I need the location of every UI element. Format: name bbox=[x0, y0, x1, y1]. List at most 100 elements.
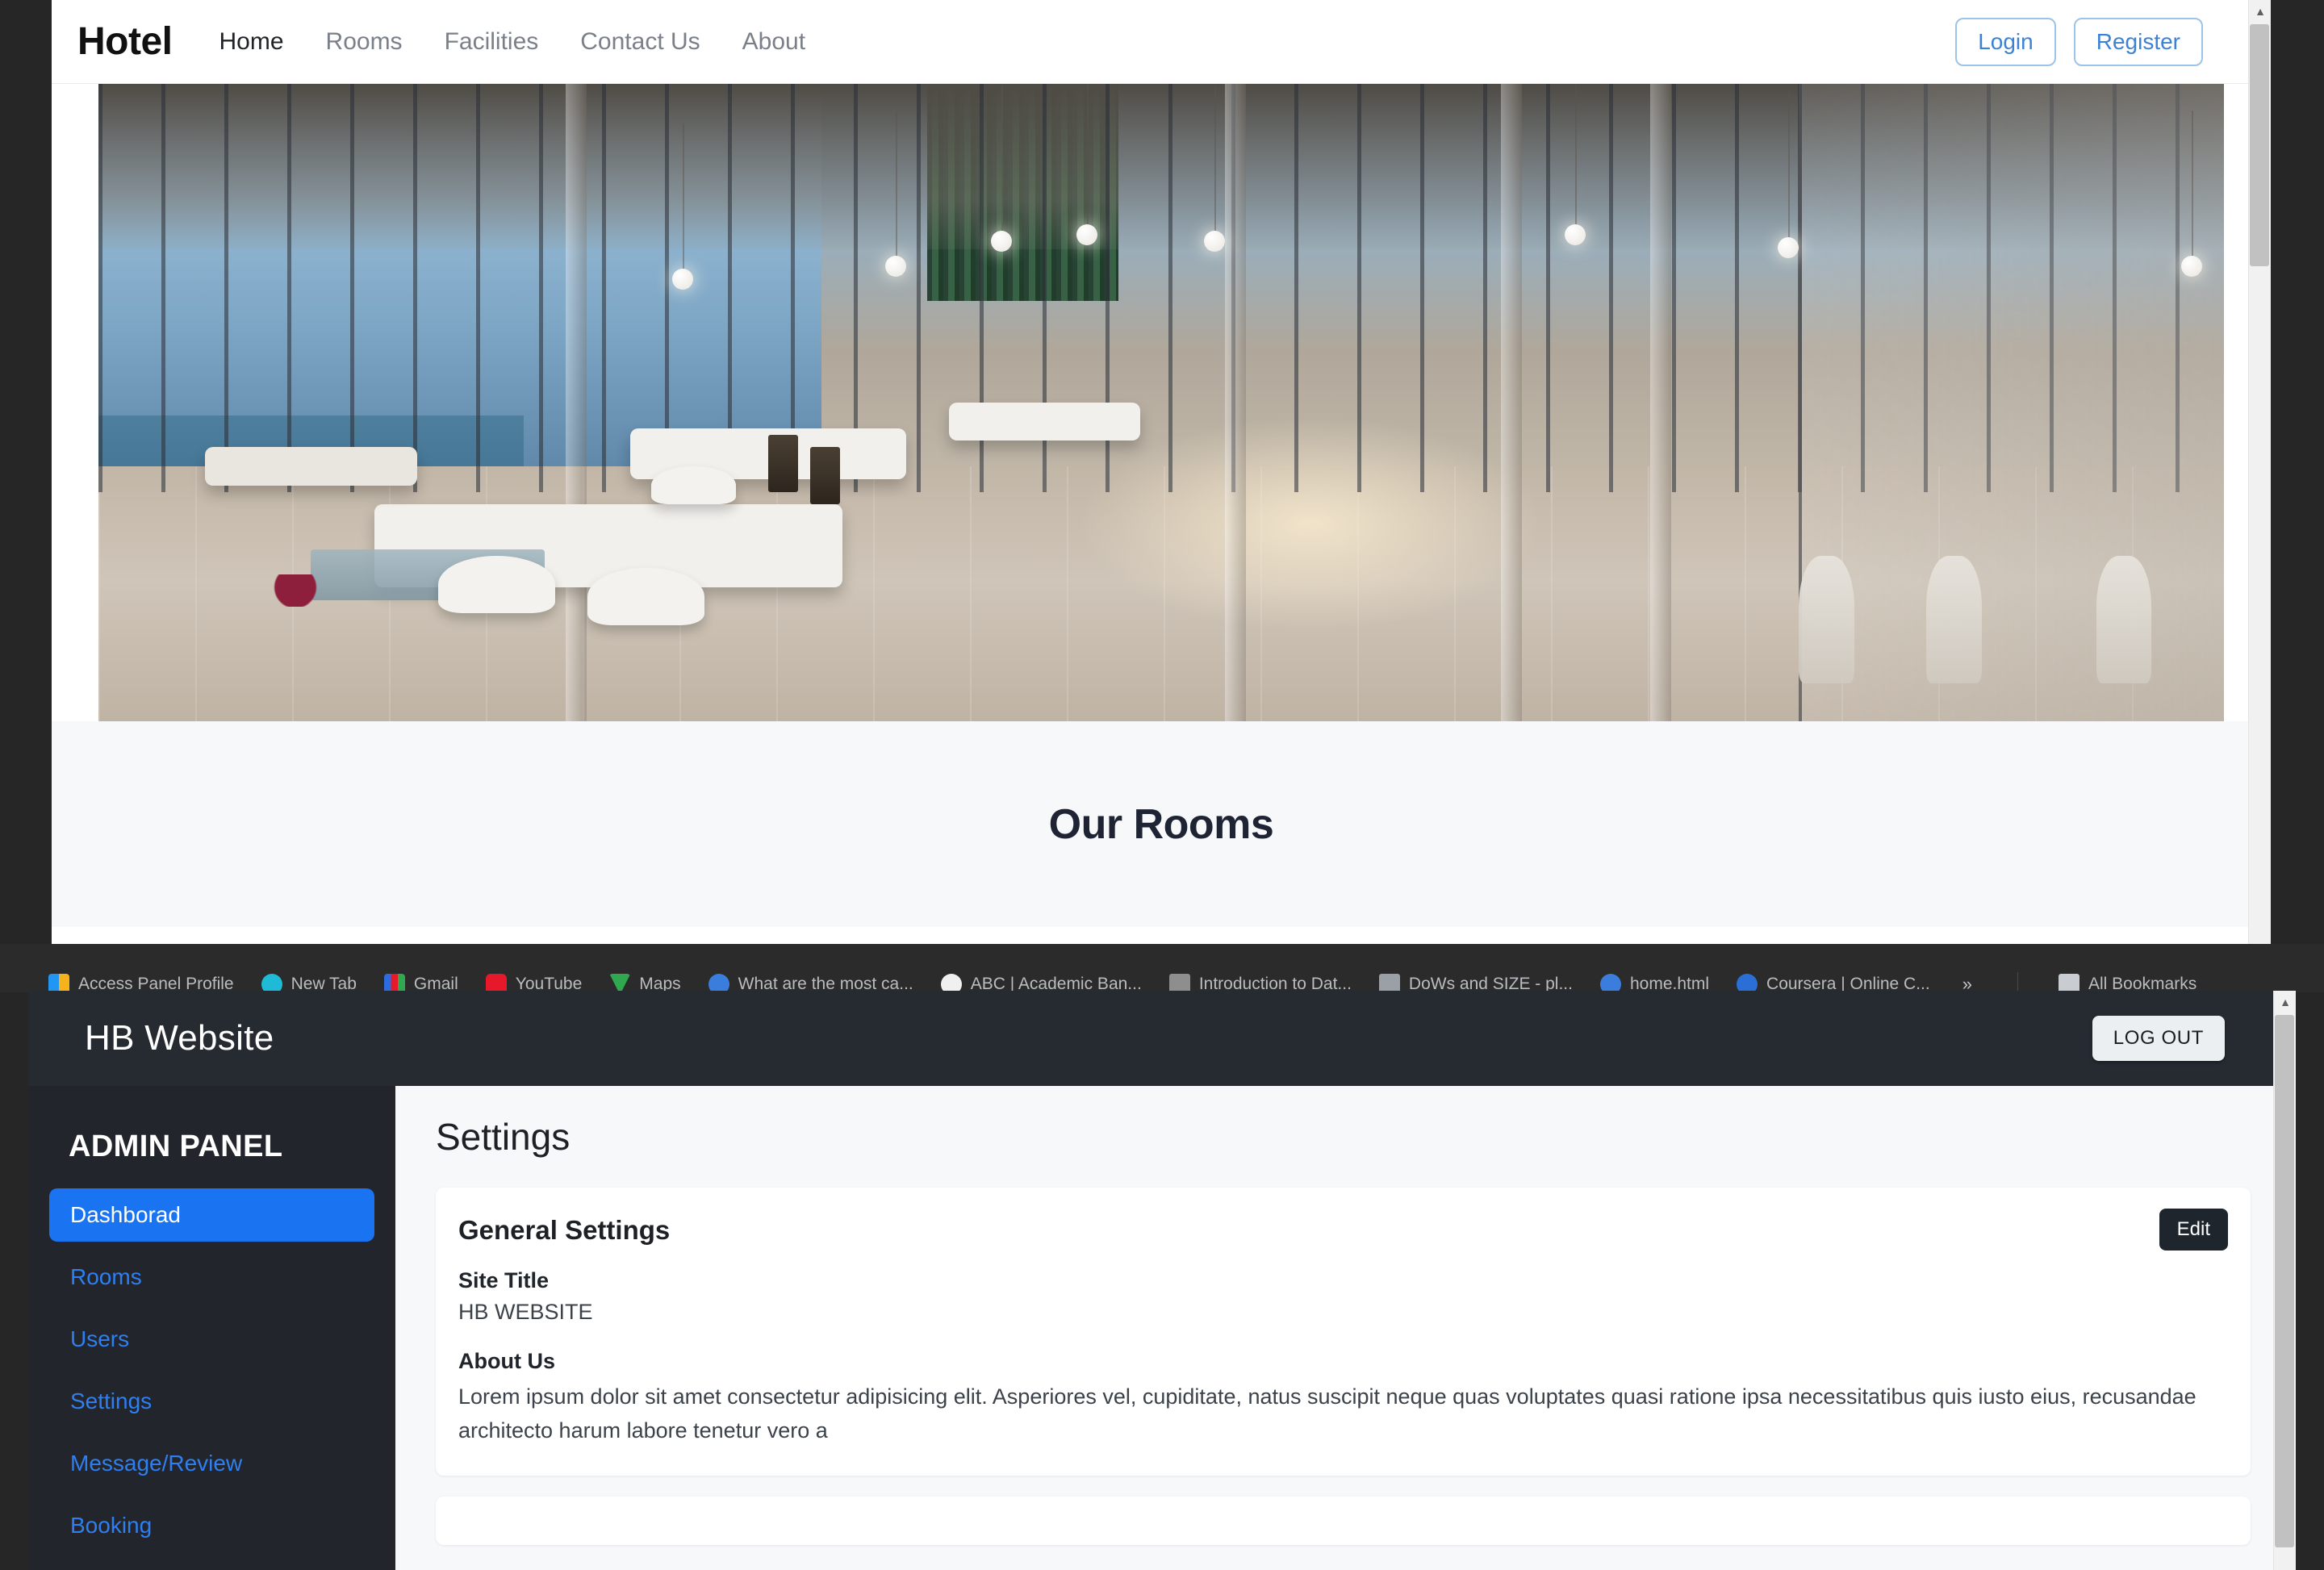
scroll-up-arrow-icon[interactable]: ▲ bbox=[2274, 991, 2296, 1013]
hero-pendant-light bbox=[1777, 91, 1799, 258]
site-navbar: Hotel Home Rooms Facilities Contact Us A… bbox=[52, 0, 2271, 84]
hero-pendant-light bbox=[1203, 85, 1225, 252]
bookmark-item[interactable]: Maps bbox=[609, 974, 681, 992]
general-settings-card: Edit General Settings Site Title HB WEBS… bbox=[436, 1188, 2251, 1476]
logout-button[interactable]: LOG OUT bbox=[2092, 1016, 2225, 1061]
all-bookmarks-label: All Bookmarks bbox=[2088, 975, 2197, 992]
bookmark-item[interactable]: ABC | Academic Ban... bbox=[940, 974, 1142, 992]
site-nav-links: Home Rooms Facilities Contact Us About bbox=[219, 28, 806, 56]
admin-body: ADMIN PANEL Dashborad Rooms Users Settin… bbox=[28, 1086, 2296, 1570]
our-rooms-heading: Our Rooms bbox=[1048, 800, 1274, 848]
nav-link-contact-us[interactable]: Contact Us bbox=[580, 28, 700, 56]
sidebar-item-message-review[interactable]: Message/Review bbox=[49, 1437, 374, 1490]
bookmark-label: Coursera | Online C... bbox=[1766, 975, 1930, 992]
admin-content: Settings Edit General Settings Site Titl… bbox=[395, 1086, 2296, 1570]
bookmark-favicon-icon bbox=[1737, 974, 1758, 992]
page-title: Settings bbox=[436, 1116, 571, 1158]
bookmark-favicon-icon bbox=[261, 974, 282, 992]
hero-mannequin bbox=[1926, 555, 1982, 683]
sidebar-item-users[interactable]: Users bbox=[49, 1313, 374, 1366]
admin-panel-scrollbar[interactable]: ▲ bbox=[2273, 991, 2296, 1570]
scrollbar-thumb[interactable] bbox=[2275, 1015, 2294, 1547]
hero-pendant-light bbox=[884, 111, 906, 278]
hero-chair bbox=[587, 568, 704, 626]
site-brand: Hotel bbox=[77, 20, 173, 63]
our-rooms-section: Our Rooms bbox=[52, 721, 2271, 927]
bookmark-item[interactable]: Access Panel Profile bbox=[48, 974, 234, 992]
admin-sidebar: ADMIN PANEL Dashborad Rooms Users Settin… bbox=[28, 1086, 395, 1570]
bookmark-favicon-icon bbox=[383, 974, 405, 992]
screen-root: Hotel Home Rooms Facilities Contact Us A… bbox=[0, 0, 2324, 1570]
login-button[interactable]: Login bbox=[1955, 17, 2056, 66]
site-title-value: HB WEBSITE bbox=[458, 1300, 593, 1324]
bookmark-item[interactable]: DoWs and SIZE - pl... bbox=[1378, 974, 1573, 992]
bookmark-label: Access Panel Profile bbox=[78, 975, 234, 992]
bookmarks-bar: Access Panel Profile New Tab Gmail YouTu… bbox=[0, 944, 2324, 992]
bookmark-favicon-icon bbox=[609, 974, 631, 992]
bookmark-item[interactable]: What are the most ca... bbox=[708, 974, 913, 992]
bookmark-label: What are the most ca... bbox=[738, 975, 913, 992]
next-settings-card bbox=[436, 1496, 2251, 1545]
hero-column bbox=[566, 84, 587, 721]
hero-sofa bbox=[204, 447, 418, 486]
bookmark-item[interactable]: Coursera | Online C... bbox=[1737, 974, 1930, 992]
bookmark-favicon-icon bbox=[940, 974, 962, 992]
site-nav-actions: Login Register bbox=[1955, 17, 2271, 66]
hero-column bbox=[1649, 84, 1671, 721]
sidebar-item-rooms[interactable]: Rooms bbox=[49, 1251, 374, 1304]
hotel-site-scrollbar[interactable]: ▲ bbox=[2248, 0, 2271, 944]
bookmark-item[interactable]: home.html bbox=[1599, 974, 1710, 992]
bookmark-item[interactable]: New Tab bbox=[261, 974, 357, 992]
bookmarks-overflow-icon[interactable]: » bbox=[1958, 974, 1977, 992]
hotel-site-window: Hotel Home Rooms Facilities Contact Us A… bbox=[52, 0, 2271, 944]
bookmark-label: DoWs and SIZE - pl... bbox=[1408, 975, 1573, 992]
scroll-up-arrow-icon[interactable]: ▲ bbox=[2249, 0, 2271, 23]
bookmark-favicon-icon bbox=[1599, 974, 1621, 992]
bookmark-label: home.html bbox=[1629, 975, 1710, 992]
hero-chair bbox=[650, 466, 737, 505]
bookmark-item[interactable]: Gmail bbox=[383, 974, 458, 992]
bookmark-label: New Tab bbox=[290, 975, 357, 992]
admin-brand-title: HB Website bbox=[85, 1018, 274, 1058]
sidebar-item-dashborad[interactable]: Dashborad bbox=[49, 1188, 374, 1242]
bookmark-favicon-icon bbox=[485, 974, 507, 992]
admin-panel-heading: ADMIN PANEL bbox=[69, 1129, 283, 1163]
hotel-lobby-hero-image bbox=[98, 84, 2224, 721]
hero-mannequin bbox=[1799, 555, 1854, 683]
bookmark-label: Gmail bbox=[413, 975, 458, 992]
hero-column bbox=[1501, 84, 1523, 721]
bookmark-favicon-icon bbox=[1378, 974, 1400, 992]
sidebar-item-settings[interactable]: Settings bbox=[49, 1375, 374, 1428]
bookmark-label: ABC | Academic Ban... bbox=[970, 975, 1142, 992]
hero-column bbox=[1225, 84, 1247, 721]
bookmark-favicon-icon bbox=[48, 974, 69, 992]
hero-pendant-light bbox=[991, 85, 1013, 252]
hero-mannequin bbox=[2096, 555, 2152, 683]
admin-panel-window: HB Website LOG OUT ADMIN PANEL Dashborad… bbox=[28, 991, 2296, 1570]
about-us-label: About Us bbox=[458, 1349, 555, 1373]
sidebar-item-booking[interactable]: Booking bbox=[49, 1499, 374, 1552]
nav-link-facilities[interactable]: Facilities bbox=[445, 28, 539, 56]
bookmark-label: YouTube bbox=[515, 975, 583, 992]
nav-link-home[interactable]: Home bbox=[219, 28, 284, 56]
scrollbar-thumb[interactable] bbox=[2250, 24, 2269, 266]
bookmarks-separator bbox=[2017, 972, 2018, 992]
edit-button[interactable]: Edit bbox=[2159, 1209, 2228, 1251]
hero-chair bbox=[438, 555, 556, 613]
bookmarks-list: Access Panel Profile New Tab Gmail YouTu… bbox=[48, 967, 2197, 992]
hero-bar-stool bbox=[810, 447, 841, 505]
hero-pendant-light bbox=[1076, 84, 1097, 245]
bookmark-favicon-icon bbox=[708, 974, 729, 992]
hero-flower-vase bbox=[257, 574, 332, 607]
bookmark-label: Introduction to Dat... bbox=[1198, 975, 1352, 992]
nav-link-about[interactable]: About bbox=[742, 28, 805, 56]
hero-bar-stool bbox=[767, 434, 798, 492]
about-us-value: Lorem ipsum dolor sit amet consectetur a… bbox=[458, 1384, 2197, 1443]
all-bookmarks-item[interactable]: All Bookmarks bbox=[2058, 974, 2197, 992]
nav-link-rooms[interactable]: Rooms bbox=[326, 28, 403, 56]
bookmark-item[interactable]: YouTube bbox=[485, 974, 583, 992]
bookmark-item[interactable]: Introduction to Dat... bbox=[1168, 974, 1352, 992]
general-settings-heading: General Settings bbox=[458, 1215, 671, 1245]
register-button[interactable]: Register bbox=[2073, 17, 2203, 66]
hero-sofa bbox=[948, 403, 1140, 441]
